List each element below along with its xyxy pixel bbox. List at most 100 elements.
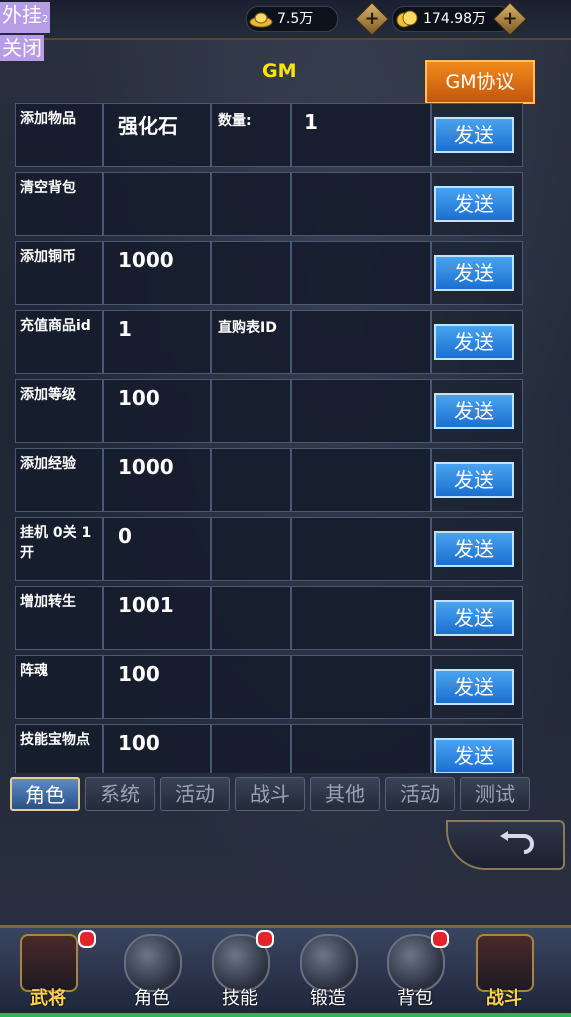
table-row: 添加铜币 1000 发送 (15, 241, 525, 307)
command-label: 添加等级 (15, 379, 103, 443)
nav-label: 武将 (30, 988, 66, 1009)
nav-battle[interactable]: 战斗 (460, 928, 548, 1014)
command-extra-label (211, 241, 291, 305)
command-value-input[interactable]: 100 (103, 724, 211, 773)
notification-badge (431, 930, 449, 948)
ingot-counter: 7.5万 (246, 6, 338, 32)
command-extra-label: 直购表ID (211, 310, 291, 374)
command-value-input[interactable]: 100 (103, 379, 211, 443)
table-row: 添加经验 1000 发送 (15, 448, 525, 514)
command-value-input[interactable]: 1000 (103, 448, 211, 512)
command-extra-label (211, 172, 291, 236)
tab-test[interactable]: 测试 (460, 777, 530, 811)
send-cell: 发送 (431, 724, 523, 773)
tab-battle[interactable]: 战斗 (235, 777, 305, 811)
table-row: 充值商品id 1 直购表ID 发送 (15, 310, 525, 376)
bottom-nav: 武将 角色 技能 锻造 背包 战斗 (0, 925, 571, 1017)
command-quantity-input[interactable] (291, 517, 431, 581)
command-value-input[interactable]: 1000 (103, 241, 211, 305)
command-label: 添加物品 (15, 103, 103, 167)
command-extra-label (211, 586, 291, 650)
cheat-label: 外挂 (2, 3, 42, 27)
gm-title: GM (262, 60, 297, 82)
command-label: 增加转生 (15, 586, 103, 650)
table-row: 清空背包 发送 (15, 172, 525, 238)
command-quantity-input[interactable] (291, 655, 431, 719)
nav-role[interactable]: 角色 (108, 928, 196, 1014)
table-row: 增加转生 1001 发送 (15, 586, 525, 652)
command-quantity-input[interactable]: 1 (291, 103, 431, 167)
send-button[interactable]: 发送 (434, 117, 514, 153)
send-cell: 发送 (431, 172, 523, 236)
gold-amount: 174.98万 (423, 11, 486, 27)
command-quantity-input[interactable] (291, 310, 431, 374)
nav-label: 技能 (222, 988, 258, 1009)
send-button[interactable]: 发送 (434, 531, 514, 567)
return-arrow-icon (500, 831, 534, 854)
send-button[interactable]: 发送 (434, 600, 514, 636)
command-extra-label: 数量: (211, 103, 291, 167)
command-quantity-input[interactable] (291, 586, 431, 650)
return-button[interactable] (446, 820, 565, 870)
nav-forge[interactable]: 锻造 (284, 928, 372, 1014)
tab-system[interactable]: 系统 (85, 777, 155, 811)
command-label: 挂机 0关 1开 (15, 517, 103, 581)
send-button[interactable]: 发送 (434, 669, 514, 705)
nav-label: 锻造 (310, 988, 346, 1009)
command-value-input[interactable]: 1001 (103, 586, 211, 650)
command-label: 添加经验 (15, 448, 103, 512)
command-quantity-input[interactable] (291, 241, 431, 305)
close-button[interactable]: 关闭 (0, 35, 44, 61)
coin-icon (396, 10, 418, 28)
send-button[interactable]: 发送 (434, 462, 514, 498)
command-label: 清空背包 (15, 172, 103, 236)
tab-activity-2[interactable]: 活动 (385, 777, 455, 811)
nav-label: 背包 (397, 988, 433, 1009)
send-cell: 发送 (431, 310, 523, 374)
notification-badge (78, 930, 96, 948)
table-row: 阵魂 100 发送 (15, 655, 525, 721)
tab-other[interactable]: 其他 (310, 777, 380, 811)
send-button[interactable]: 发送 (434, 324, 514, 360)
nav-generals[interactable]: 武将 (4, 928, 96, 1014)
notification-badge (256, 930, 274, 948)
command-value-input[interactable]: 1 (103, 310, 211, 374)
table-row: 技能宝物点 100 发送 (15, 724, 525, 773)
command-label: 阵魂 (15, 655, 103, 719)
command-extra-label (211, 517, 291, 581)
tab-role[interactable]: 角色 (10, 777, 80, 811)
command-extra-label (211, 655, 291, 719)
gm-command-table: 添加物品 强化石 数量: 1 发送 清空背包 发送 添加铜币 1000 发送 充… (15, 103, 525, 773)
command-quantity-input[interactable] (291, 724, 431, 773)
command-extra-label (211, 448, 291, 512)
send-button[interactable]: 发送 (434, 186, 514, 222)
nav-label: 战斗 (486, 988, 522, 1009)
send-button[interactable]: 发送 (434, 738, 514, 773)
command-extra-label (211, 379, 291, 443)
table-row: 挂机 0关 1开 0 发送 (15, 517, 525, 583)
command-value-input[interactable]: 0 (103, 517, 211, 581)
command-value-input[interactable] (103, 172, 211, 236)
command-value-input[interactable]: 100 (103, 655, 211, 719)
table-row: 添加物品 强化石 数量: 1 发送 (15, 103, 525, 169)
command-quantity-input[interactable] (291, 379, 431, 443)
ingot-icon (249, 12, 273, 28)
category-tabs: 角色 系统 活动 战斗 其他 活动 测试 (10, 775, 530, 813)
gm-protocol-button[interactable]: GM协议 (425, 60, 535, 104)
command-value-input[interactable]: 强化石 (103, 103, 211, 167)
send-cell: 发送 (431, 586, 523, 650)
send-button[interactable]: 发送 (434, 393, 514, 429)
nav-skills[interactable]: 技能 (196, 928, 284, 1014)
command-quantity-input[interactable] (291, 448, 431, 512)
command-label: 充值商品id (15, 310, 103, 374)
send-button[interactable]: 发送 (434, 255, 514, 291)
command-quantity-input[interactable] (291, 172, 431, 236)
nav-bag[interactable]: 背包 (371, 928, 459, 1014)
top-resource-bar: 7.5万 + 174.98万 + (0, 0, 571, 40)
tab-activity[interactable]: 活动 (160, 777, 230, 811)
cheat-menu-button[interactable]: 外挂2 (0, 2, 51, 33)
command-label: 技能宝物点 (15, 724, 103, 773)
nav-label: 角色 (134, 988, 170, 1009)
cheat-suffix: 2 (42, 14, 49, 25)
add-ingot-button[interactable]: + (355, 2, 389, 36)
